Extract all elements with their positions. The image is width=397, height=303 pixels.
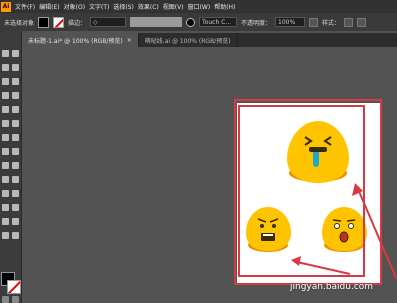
hand-tool-icon[interactable] [2,232,9,239]
stroke-label: 描边： [68,19,87,27]
menu-effect[interactable]: 效果(C) [138,2,159,11]
scale-icon[interactable] [12,134,19,141]
selection-tool-icon[interactable] [2,50,9,57]
app-logo-icon: Ai [1,1,11,12]
stroke-none-icon[interactable] [53,16,65,28]
draw-mode-icon[interactable] [2,296,9,303]
direct-selection-icon[interactable] [12,50,19,57]
line-tool-icon[interactable] [12,92,19,99]
tab-untitled[interactable]: 未标题-1.ai* @ 100% (RGB/预览) × [22,33,139,47]
eyedropper-icon[interactable] [2,190,9,197]
symbol-sprayer-icon[interactable] [2,204,9,211]
style-name: Touch C... [202,18,232,26]
pen-tool-icon[interactable] [2,78,9,85]
opacity-label: 不透明度： [241,19,272,27]
free-transform-icon[interactable] [12,148,19,155]
zoom-tool-icon[interactable] [12,232,19,239]
style-label: 样式： [322,19,341,27]
stroke-weight-value: ◇ [93,18,98,26]
menu-object[interactable]: 对象(O) [64,2,85,11]
variable-width-dropdown[interactable] [130,17,183,27]
style-dropdown[interactable]: Touch C... [199,17,238,27]
menu-help[interactable]: 帮助(H) [214,2,235,11]
lasso-icon[interactable] [12,64,19,71]
opacity-value: 100% [278,18,296,26]
mesh-icon[interactable] [2,176,9,183]
shape-builder-icon[interactable] [2,162,9,169]
tab-close-icon[interactable]: × [127,37,132,44]
pencil-icon[interactable] [2,120,9,127]
tool-panel [0,31,22,303]
tab-mengda-label: 萌哒线.ai @ 100% (RGB/预览) [144,37,231,45]
eraser-icon[interactable] [12,120,19,127]
menu-select[interactable]: 选择(S) [113,2,134,11]
rotate-icon[interactable] [2,134,9,141]
menu-file[interactable]: 文件(F) [15,2,35,11]
control-bar: 未选择对象 描边： ◇ Touch C... 不透明度： 100% 样式： [0,13,397,31]
menu-edit[interactable]: 编辑(E) [39,2,59,11]
rectangle-tool-icon[interactable] [2,106,9,113]
type-tool-icon[interactable] [2,92,9,99]
menu-window[interactable]: 窗口(W) [188,2,211,11]
magic-wand-icon[interactable] [2,64,9,71]
column-graph-icon[interactable] [12,204,19,211]
slice-icon[interactable] [12,218,19,225]
menu-view[interactable]: 视图(V) [163,2,184,11]
watermark: jingyan.baidu.com [290,282,374,292]
artboard-tool-icon[interactable] [2,218,9,225]
graphic-style-icon[interactable] [344,17,354,27]
screen-mode-icon[interactable] [12,296,19,303]
blend-icon[interactable] [12,190,19,197]
fill-swatch-icon[interactable] [38,16,50,28]
menu-bar: Ai 文件(F) 编辑(E) 对象(O) 文字(T) 选择(S) 效果(C) 视… [0,0,397,13]
opacity-arrow-icon[interactable] [309,17,319,27]
tab-mengda[interactable]: 萌哒线.ai @ 100% (RGB/预览) [139,33,238,47]
tab-untitled-label: 未标题-1.ai* @ 100% (RGB/预览) [28,37,123,45]
width-tool-icon[interactable] [2,148,9,155]
document-tabs: 未标题-1.ai* @ 100% (RGB/预览) × 萌哒线.ai @ 100… [22,33,397,47]
document-setup-icon[interactable] [357,17,367,27]
brush-icon[interactable] [186,17,196,27]
gradient-icon[interactable] [12,176,19,183]
paintbrush-icon[interactable] [12,106,19,113]
perspective-icon[interactable] [12,162,19,169]
stroke-color-icon[interactable] [7,280,21,294]
stroke-weight-field[interactable]: ◇ [90,17,127,27]
curvature-icon[interactable] [12,78,19,85]
no-selection-label: 未选择对象 [4,19,35,27]
opacity-field[interactable]: 100% [275,17,306,27]
menu-type[interactable]: 文字(T) [89,2,109,11]
annotation-inner-frame [238,105,365,277]
